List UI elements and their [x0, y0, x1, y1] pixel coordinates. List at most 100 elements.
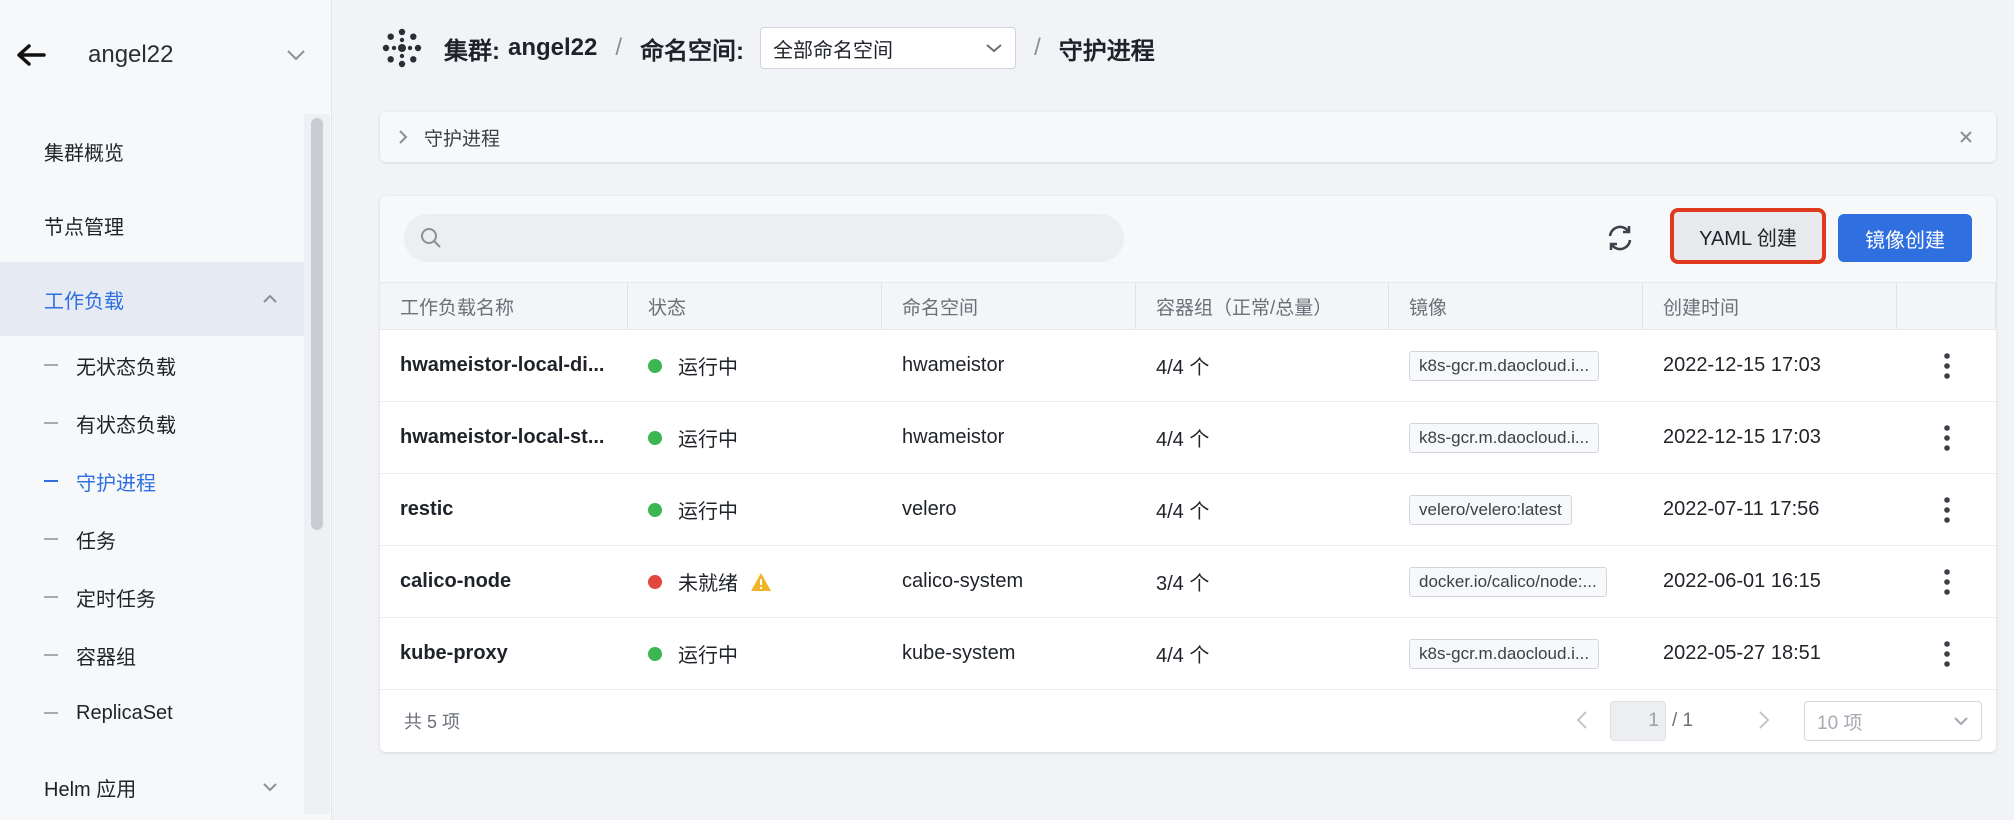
dash-icon — [44, 596, 58, 598]
daemonset-table-card: YAML 创建 镜像创建 工作负载名称 状态 命名空间 容器组（正常/总量） 镜… — [380, 196, 1996, 752]
sidebar-item-label: 工作负载 — [44, 290, 124, 313]
refresh-button[interactable] — [1602, 220, 1638, 256]
more-vertical-icon — [1943, 496, 1950, 523]
dash-icon — [44, 364, 58, 366]
workload-name-link[interactable]: kube-proxy — [380, 618, 628, 689]
table-row[interactable]: calico-node 未就绪 calico-system 3/4 个 dock… — [380, 546, 1996, 618]
warning-icon[interactable] — [750, 572, 772, 592]
image-cell: docker.io/calico/node:... — [1389, 546, 1643, 617]
cluster-switch-chevron-icon[interactable] — [284, 43, 308, 67]
image-cell: k8s-gcr.m.daocloud.i... — [1389, 330, 1643, 401]
sidebar-item-label: 无状态负载 — [76, 356, 176, 379]
status-text: 运行中 — [678, 357, 738, 379]
created-time-cell: 2022-12-15 17:03 — [1663, 426, 1821, 448]
sidebar-item-statefulsets[interactable]: 有状态负载 — [0, 394, 304, 452]
page-size-value: 10 项 — [1817, 712, 1863, 734]
status-text: 运行中 — [678, 645, 738, 667]
table-row[interactable]: hwameistor-local-di... 运行中 hwameistor 4/… — [380, 330, 1996, 402]
column-header-image[interactable]: 镜像 — [1389, 283, 1643, 329]
column-header-namespace[interactable]: 命名空间 — [882, 283, 1136, 329]
previous-page-icon[interactable] — [1576, 710, 1588, 730]
status-cell: 未就绪 — [628, 546, 882, 617]
more-actions-button[interactable] — [1897, 618, 1996, 689]
sidebar-item-label: 任务 — [76, 530, 116, 553]
breadcrumb-cluster-value[interactable]: angel22 — [508, 34, 597, 62]
created-time-cell: 2022-12-15 17:03 — [1663, 354, 1821, 376]
sidebar-item-node-management[interactable]: 节点管理 — [0, 188, 304, 262]
table-row[interactable]: restic 运行中 velero 4/4 个 velero/velero:la… — [380, 474, 1996, 546]
namespace-cell: velero — [902, 498, 957, 520]
status-dot-icon — [648, 646, 662, 661]
namespace-cell: kube-system — [902, 642, 1016, 664]
column-header-status[interactable]: 状态 — [628, 283, 882, 329]
workloads-submenu: 无状态负载 有状态负载 守护进程 任务 定时任务 容器组 ReplicaSet — [0, 336, 304, 742]
arrow-left-icon — [17, 44, 46, 66]
workload-name-link[interactable]: hwameistor-local-st... — [380, 402, 628, 473]
banner-close-button[interactable] — [1954, 125, 1978, 149]
next-page-icon[interactable] — [1758, 710, 1770, 730]
more-vertical-icon — [1943, 352, 1950, 379]
dash-icon — [44, 654, 58, 656]
sidebar-item-daemonsets[interactable]: 守护进程 — [0, 452, 304, 510]
workload-name-link[interactable]: hwameistor-local-di... — [380, 330, 628, 401]
image-create-button[interactable]: 镜像创建 — [1838, 214, 1972, 262]
more-actions-button[interactable] — [1897, 546, 1996, 617]
more-actions-button[interactable] — [1897, 402, 1996, 473]
namespace-select[interactable]: 全部命名空间 — [760, 27, 1017, 69]
workload-name-link[interactable]: calico-node — [380, 546, 628, 617]
dash-icon — [44, 480, 58, 482]
page-number-input[interactable]: 1 — [1610, 701, 1666, 741]
cluster-icon — [382, 28, 422, 68]
column-header-created[interactable]: 创建时间 — [1643, 283, 1897, 329]
sidebar-menu: 集群概览 节点管理 工作负载 无状态负载 有状态负载 守护进程 任务 定时任务 … — [0, 114, 304, 820]
more-vertical-icon — [1943, 640, 1950, 667]
sidebar-item-workloads[interactable]: 工作负载 — [0, 262, 304, 336]
namespace-select-value: 全部命名空间 — [773, 39, 894, 62]
breadcrumb: 集群: angel22 / 命名空间: 全部命名空间 / 守护进程 — [380, 22, 1155, 74]
sidebar-item-cluster-overview[interactable]: 集群概览 — [0, 114, 304, 188]
table-row[interactable]: kube-proxy 运行中 kube-system 4/4 个 k8s-gcr… — [380, 618, 1996, 690]
info-banner: 守护进程 — [380, 112, 1996, 162]
namespace-cell: hwameistor — [902, 426, 1005, 448]
more-actions-button[interactable] — [1897, 474, 1996, 545]
image-tag: k8s-gcr.m.daocloud.i... — [1409, 422, 1600, 453]
sidebar-item-helm-apps[interactable]: Helm 应用 — [0, 750, 304, 820]
table-body: hwameistor-local-di... 运行中 hwameistor 4/… — [380, 330, 1996, 690]
dash-icon — [44, 422, 58, 424]
page-size-select[interactable]: 10 项 — [1804, 701, 1982, 741]
sidebar-scrollbar-thumb[interactable] — [311, 118, 323, 530]
sidebar-item-deployments[interactable]: 无状态负载 — [0, 336, 304, 394]
chevron-right-icon[interactable] — [398, 129, 408, 145]
created-time-cell: 2022-06-01 16:15 — [1663, 570, 1821, 592]
chevron-down-icon — [1954, 717, 1968, 726]
cluster-name[interactable]: angel22 — [88, 41, 278, 69]
column-header-name[interactable]: 工作负载名称 — [380, 283, 628, 329]
sidebar-item-label: 定时任务 — [76, 588, 156, 611]
page-total: / 1 — [1672, 710, 1694, 731]
status-text: 运行中 — [678, 501, 738, 523]
table-row[interactable]: hwameistor-local-st... 运行中 hwameistor 4/… — [380, 402, 1996, 474]
yaml-create-button[interactable]: YAML 创建 — [1670, 208, 1826, 264]
chevron-up-icon — [263, 294, 277, 303]
sidebar-scrollbar[interactable] — [304, 114, 330, 814]
sidebar-item-label: 容器组 — [76, 646, 136, 669]
search-icon — [421, 228, 441, 248]
status-dot-icon — [648, 502, 662, 517]
chevron-down-icon — [263, 783, 277, 792]
back-button[interactable] — [14, 38, 48, 72]
more-actions-button[interactable] — [1897, 330, 1996, 401]
search-input[interactable] — [454, 227, 1094, 249]
sidebar-item-replicasets[interactable]: ReplicaSet — [0, 684, 304, 742]
workload-name-link[interactable]: restic — [380, 474, 628, 545]
status-dot-icon — [648, 574, 662, 589]
status-dot-icon — [648, 430, 662, 445]
namespace-cell: hwameistor — [902, 354, 1005, 376]
sidebar-item-jobs[interactable]: 任务 — [0, 510, 304, 568]
column-header-pods[interactable]: 容器组（正常/总量） — [1136, 283, 1389, 329]
status-dot-icon — [648, 358, 662, 373]
created-time-cell: 2022-07-11 17:56 — [1663, 498, 1820, 520]
search-box[interactable] — [404, 214, 1124, 262]
sidebar-item-label: ReplicaSet — [76, 701, 173, 724]
sidebar-item-pods[interactable]: 容器组 — [0, 626, 304, 684]
sidebar-item-cronjobs[interactable]: 定时任务 — [0, 568, 304, 626]
